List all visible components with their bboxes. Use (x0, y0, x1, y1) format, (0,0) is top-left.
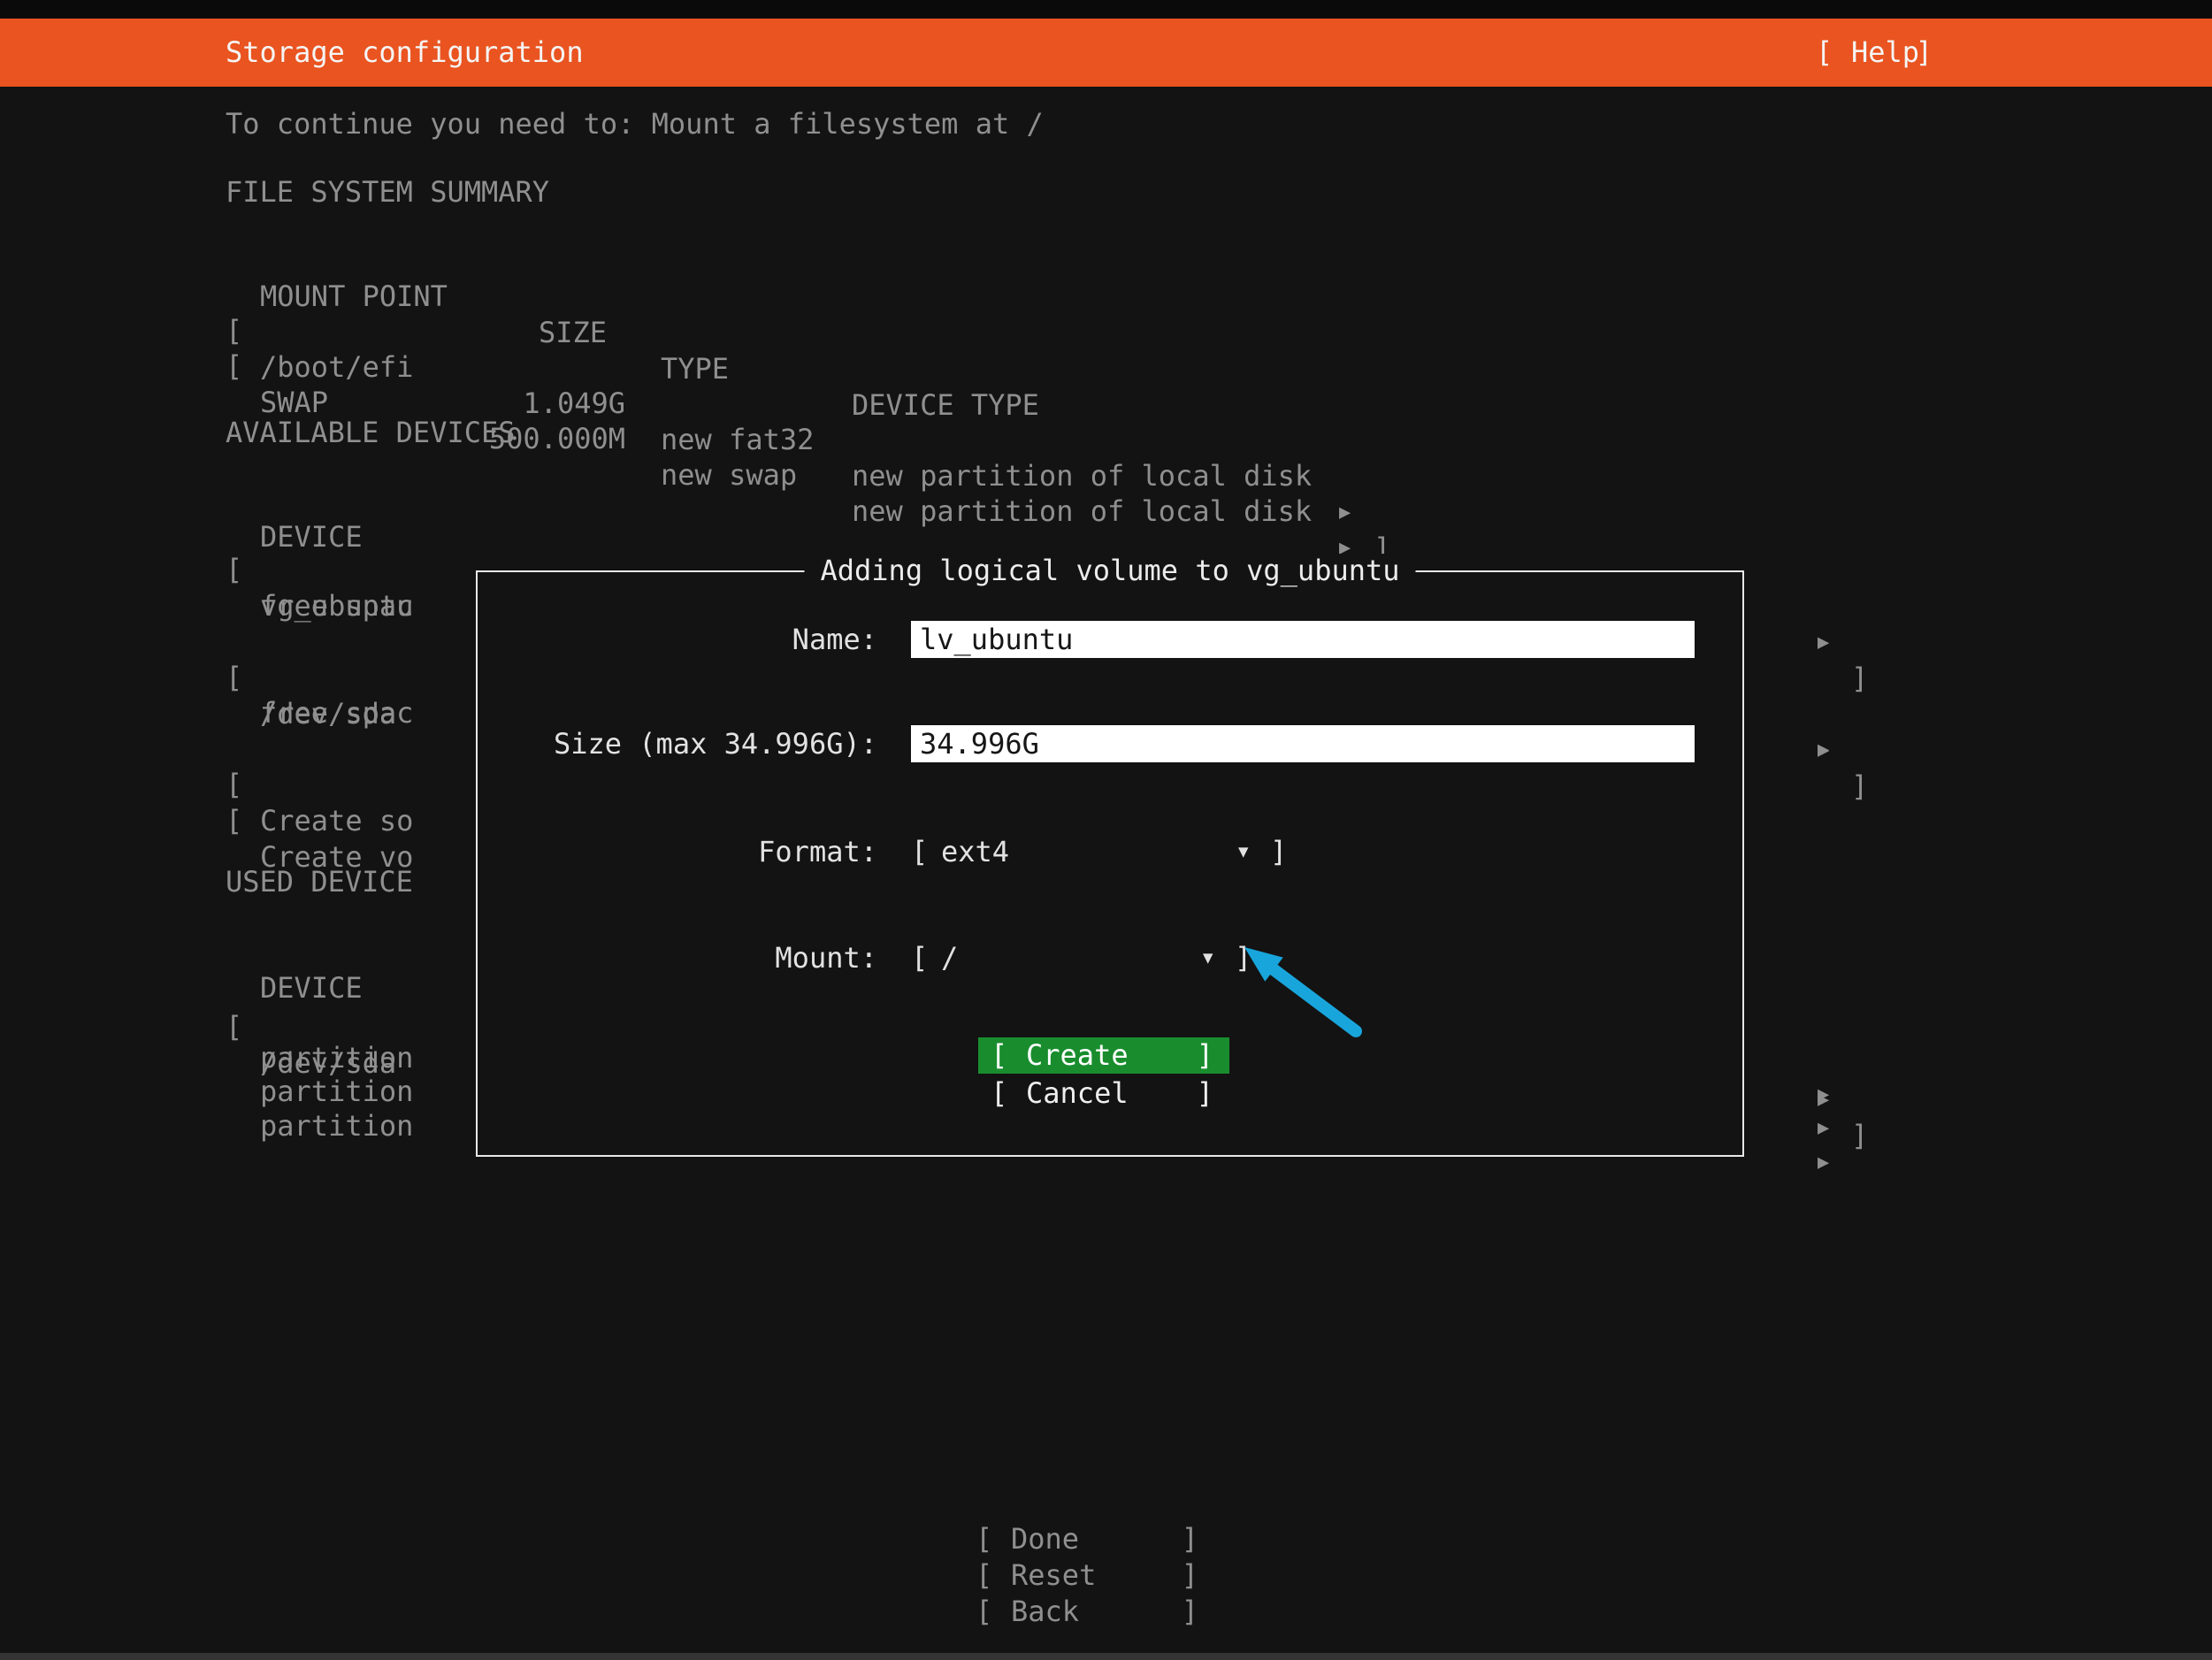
fs-header-device-type: DEVICE TYPE (852, 387, 1039, 424)
format-label: Format: (478, 833, 877, 870)
bottom-grey-strip (0, 1653, 2212, 1660)
done-button[interactable]: [ Done ] (976, 1521, 1198, 1557)
caret-down-icon: ▼ (1238, 833, 1248, 870)
fs-summary-header-row: MOUNT POINT SIZE TYPE DEVICE TYPE (0, 242, 2212, 279)
cancel-button-label: Cancel (1026, 1075, 1129, 1112)
annotation-arrow-icon (1225, 936, 1384, 1046)
bracket-close: ] (1197, 1075, 1213, 1112)
cancel-button[interactable]: [ Cancel ] (978, 1075, 1229, 1112)
fs-row-boot-efi[interactable]: [ /boot/efi 1.049G new fat32 new partiti… (0, 277, 2212, 313)
bracket-close: ] (1851, 1118, 1868, 1154)
arrow-right-icon: ▶ (1818, 1144, 1829, 1181)
size-label: Size (max 34.996G): (478, 725, 877, 762)
help-button-label: Help (1851, 19, 1919, 87)
done-button-label: Done (1011, 1521, 1079, 1557)
bracket-close: ] (1916, 19, 1933, 87)
bracket-open: [ (991, 1037, 1007, 1074)
create-button-label: Create (1026, 1037, 1129, 1074)
bracket-open: [ (911, 833, 928, 870)
device-row-label: free spac (260, 695, 413, 731)
action-row-label: Create so (260, 803, 413, 839)
bracket-close: ] (1197, 1037, 1213, 1074)
name-label: Name: (478, 621, 877, 658)
available-devices-header-row: DEVICE TYPE SIZE (0, 483, 2212, 519)
create-button[interactable]: [ Create ] (978, 1037, 1229, 1074)
name-input[interactable] (911, 621, 1695, 658)
caret-down-icon: ▼ (1203, 939, 1213, 976)
bracket-close: ] (1182, 1594, 1198, 1630)
format-dropdown[interactable]: [ ext4 ▼ ] (911, 833, 1291, 870)
bracket-open: [ (976, 1594, 992, 1630)
page-title: Storage configuration (226, 19, 584, 87)
add-logical-volume-dialog: Adding logical volume to vg_ubuntu Name:… (476, 570, 1744, 1157)
fs-summary-heading: FILE SYSTEM SUMMARY (226, 174, 549, 210)
back-button[interactable]: [ Back ] (976, 1594, 1198, 1630)
dialog-title: Adding logical volume to vg_ubuntu (804, 554, 1415, 587)
size-input[interactable] (911, 725, 1695, 762)
bracket-open: [ (1816, 19, 1833, 87)
title-bar: Storage configuration [ Help ] (0, 19, 2212, 87)
bracket-open: [ (911, 939, 928, 976)
intro-text: To continue you need to: Mount a filesys… (226, 106, 1044, 142)
bracket-close: ] (1182, 1521, 1198, 1557)
bracket-close: ] (1270, 833, 1287, 870)
bracket-open: [ (976, 1521, 992, 1557)
top-black-strip (0, 0, 2212, 19)
available-devices-heading: AVAILABLE DEVICES (226, 415, 516, 451)
used-row-label: partition (260, 1108, 413, 1144)
storage-configuration-screen: Storage configuration [ Help ] To contin… (0, 0, 2212, 1660)
back-button-label: Back (1011, 1594, 1079, 1630)
reset-button[interactable]: [ Reset ] (976, 1557, 1198, 1594)
fs-row-type: new fat32 (661, 422, 814, 458)
fs-header-type: TYPE (661, 351, 729, 387)
bracket-close: ] (1182, 1557, 1198, 1594)
fs-row-swap[interactable]: [ SWAP 500.000M new swap new partition o… (0, 312, 2212, 348)
mount-dropdown[interactable]: [ / ▼ ] (911, 939, 1258, 976)
mount-dropdown-value: / (941, 939, 958, 976)
bracket-open: [ (226, 348, 242, 385)
reset-button-label: Reset (1011, 1557, 1096, 1594)
fs-row-mount: /boot/efi (260, 349, 413, 386)
used-device-heading: USED DEVICE (226, 864, 413, 900)
help-button[interactable]: [ Help ] (1816, 19, 1933, 87)
device-row-label: free spac (260, 588, 413, 624)
mount-label: Mount: (478, 939, 877, 976)
bracket-open: [ (226, 803, 242, 839)
device-row-vg-ubuntu[interactable]: [ vg_ubuntu ▶ ] (0, 516, 2212, 552)
format-dropdown-value: ext4 (941, 833, 1009, 870)
bracket-open: [ (991, 1075, 1007, 1112)
arrow-right-icon: ▶ (1818, 1110, 1829, 1146)
bracket-open: [ (976, 1557, 992, 1594)
